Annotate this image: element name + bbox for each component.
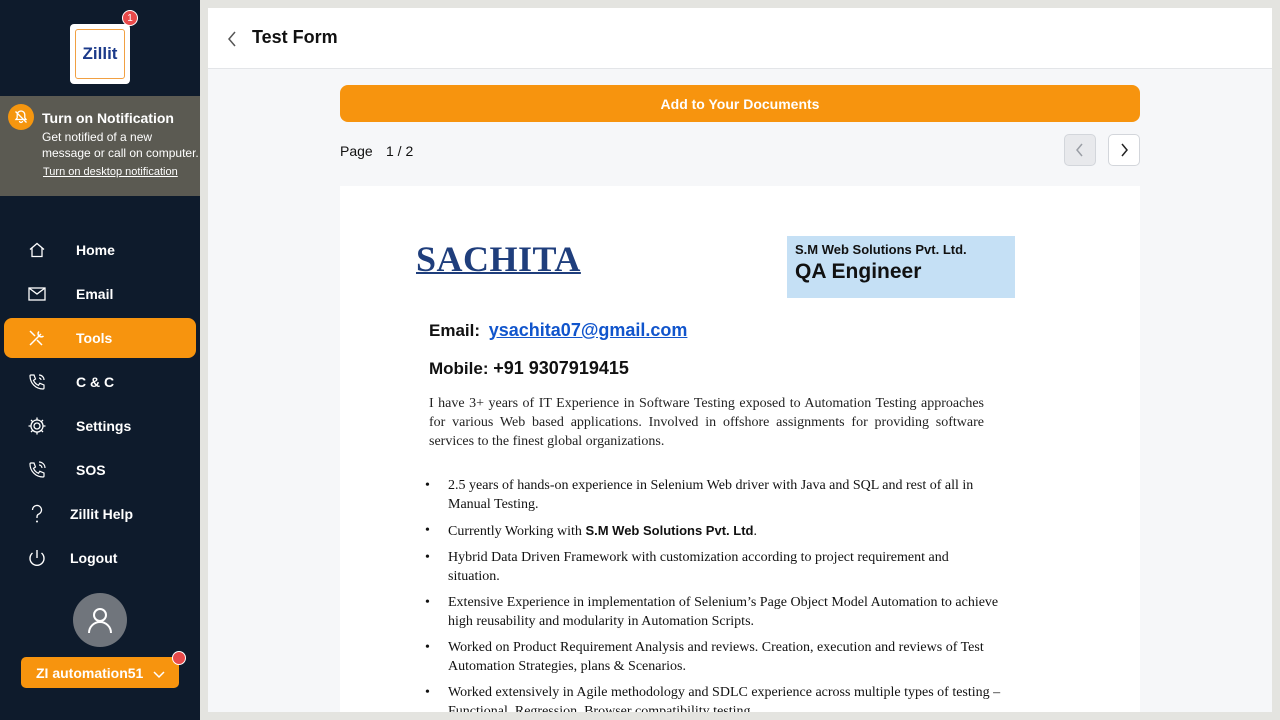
- app-logo[interactable]: Zillit: [70, 24, 130, 84]
- sidebar-item-sos[interactable]: SOS: [4, 450, 196, 490]
- resume-name: SACHITA: [416, 239, 581, 279]
- notification-count-badge: 1: [122, 10, 138, 26]
- phone-icon: [26, 372, 48, 392]
- sidebar-item-email[interactable]: Email: [4, 274, 196, 314]
- page-title: Test Form: [252, 27, 338, 47]
- email-row: Email: ysachita07@gmail.com: [429, 320, 687, 341]
- sidebar-item-label: C & C: [76, 374, 115, 390]
- summary-paragraph: I have 3+ years of IT Experience in Soft…: [429, 396, 984, 449]
- sidebar-item-c-and-c[interactable]: C & C: [4, 362, 196, 402]
- avatar[interactable]: [73, 593, 127, 647]
- email-label: Email:: [429, 321, 481, 340]
- chevron-left-icon: [1076, 143, 1083, 157]
- notification-banner: Turn on Notification Get notified of a n…: [0, 96, 200, 196]
- document-page: SACHITA S.M Web Solutions Pvt. Ltd. QA E…: [340, 186, 1140, 712]
- job-role: QA Engineer: [795, 260, 922, 283]
- sidebar-item-label: Tools: [76, 330, 113, 346]
- user-menu-button[interactable]: ZI automation51: [21, 657, 179, 688]
- home-icon: [26, 240, 48, 260]
- list-item: Worked extensively in Agile methodology …: [423, 683, 1003, 712]
- mobile-value: +91 9307919415: [493, 358, 629, 378]
- user-status-badge: [172, 651, 186, 665]
- notification-text: Get notified of a new message or call on…: [42, 130, 199, 160]
- mobile-row: Mobile: +91 9307919415: [429, 358, 629, 379]
- sidebar-item-settings[interactable]: Settings: [4, 406, 196, 446]
- sidebar-item-label: Email: [76, 286, 114, 302]
- power-icon: [26, 548, 48, 568]
- help-icon: [26, 504, 48, 524]
- sidebar-item-label: Home: [76, 242, 115, 258]
- back-button[interactable]: [222, 28, 242, 50]
- list-item: Extensive Experience in implementation o…: [423, 593, 1003, 631]
- list-item: Currently Working with S.M Web Solutions…: [423, 521, 1003, 541]
- email-link[interactable]: ysachita07@gmail.com: [489, 320, 688, 340]
- list-item-suffix: .: [753, 524, 757, 539]
- list-item: Worked on Product Requirement Analysis a…: [423, 638, 1003, 676]
- experience-list: 2.5 years of hands-on experience in Sele…: [423, 476, 1003, 712]
- tools-icon: [26, 328, 48, 348]
- page-label: Page: [340, 143, 373, 159]
- chevron-right-icon: [1121, 143, 1128, 157]
- bell-off-icon: [8, 104, 34, 130]
- sidebar-item-tools[interactable]: Tools: [4, 318, 196, 358]
- page-indicator: 1 / 2: [386, 143, 414, 159]
- user-name: ZI automation51: [36, 664, 144, 681]
- sidebar-item-label: Logout: [70, 550, 118, 566]
- sidebar: Zillit 1 Turn on Notification Get notifi…: [0, 0, 200, 720]
- sidebar-item-label: SOS: [76, 462, 106, 478]
- list-item-text: Currently Working with: [448, 524, 582, 539]
- user-icon: [88, 608, 112, 634]
- sidebar-item-home[interactable]: Home: [4, 230, 196, 270]
- list-item-company: S.M Web Solutions Pvt. Ltd: [585, 523, 754, 538]
- list-item: 2.5 years of hands-on experience in Sele…: [423, 476, 1003, 514]
- sidebar-item-label: Zillit Help: [70, 506, 133, 522]
- chevron-down-icon: [153, 666, 165, 683]
- chevron-left-icon: [228, 31, 236, 47]
- gear-icon: [26, 416, 48, 436]
- enable-notification-link[interactable]: Turn on desktop notification: [43, 166, 178, 178]
- notification-title: Turn on Notification: [42, 110, 174, 126]
- sidebar-item-label: Settings: [76, 418, 132, 434]
- mobile-label: Mobile:: [429, 359, 489, 378]
- header: Test Form: [208, 8, 1272, 69]
- main-content: Test Form Add to Your Documents Page 1 /…: [208, 8, 1272, 712]
- logo-text: Zillit: [75, 29, 125, 79]
- company-name: S.M Web Solutions Pvt. Ltd.: [795, 242, 967, 257]
- sidebar-item-zillit-help[interactable]: Zillit Help: [4, 494, 196, 534]
- add-to-documents-button[interactable]: Add to Your Documents: [340, 85, 1140, 122]
- list-item: Hybrid Data Driven Framework with custom…: [423, 548, 1003, 586]
- sidebar-item-logout[interactable]: Logout: [4, 538, 196, 578]
- next-page-button[interactable]: [1108, 134, 1140, 166]
- mail-icon: [26, 284, 48, 304]
- sos-phone-icon: [26, 460, 48, 480]
- job-box: S.M Web Solutions Pvt. Ltd. QA Engineer: [787, 236, 1015, 298]
- previous-page-button[interactable]: [1064, 134, 1096, 166]
